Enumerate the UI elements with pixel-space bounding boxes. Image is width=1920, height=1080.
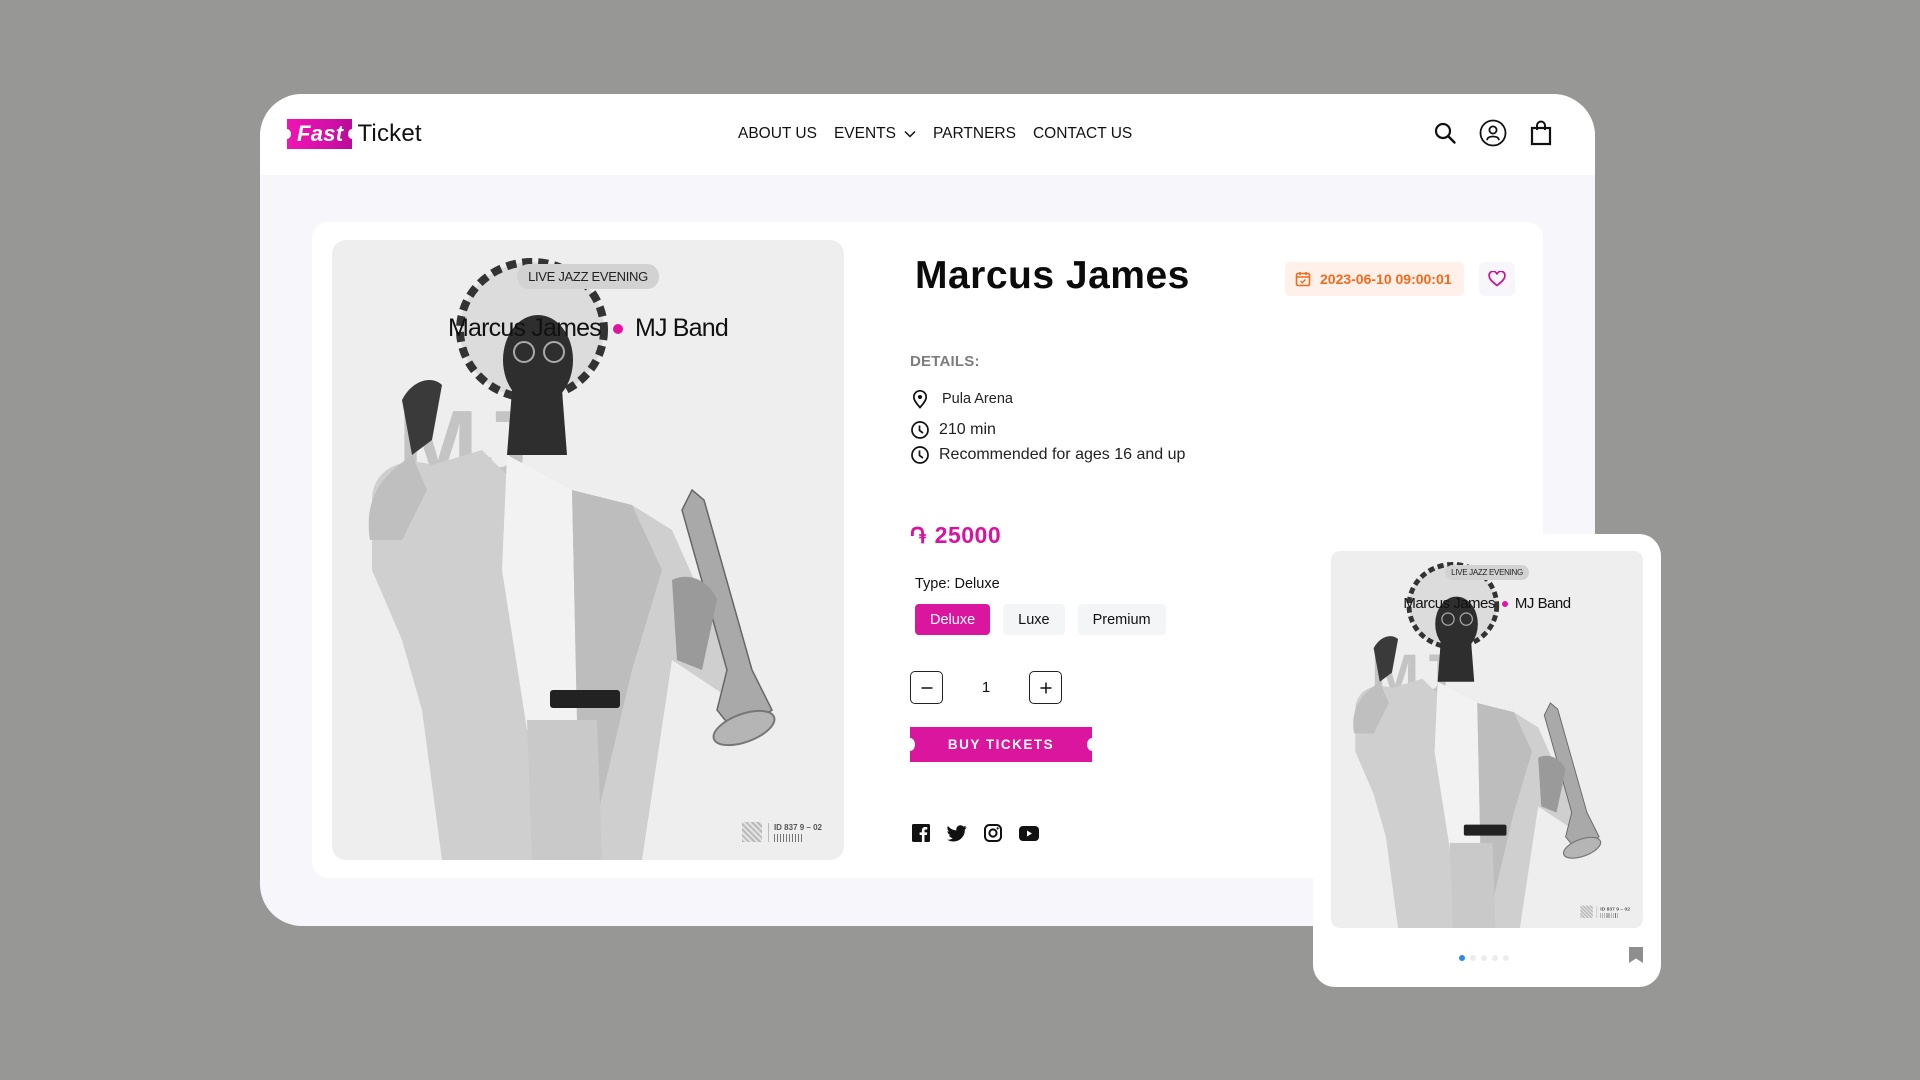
social-links <box>910 822 1040 844</box>
minus-icon <box>921 686 932 689</box>
nav-contact-us-label: CONTACT US <box>1032 125 1133 142</box>
facebook-link[interactable] <box>910 822 932 844</box>
event-poster[interactable]: MJ LIVE JAZZ EVENING Marcus James MJ Ban… <box>332 240 844 860</box>
event-title: Marcus James <box>915 254 1190 297</box>
poster-id-block: ID 837 9 – 02 <box>1596 905 1630 918</box>
carousel-dots <box>1459 955 1509 961</box>
poster-tag: LIVE JAZZ EVENING <box>517 264 659 289</box>
nav-partners[interactable]: PARTNERS <box>933 125 1016 143</box>
poster-id-text: ID 837 9 – 02 <box>773 822 822 832</box>
duration-text: 210 min <box>939 421 996 438</box>
calendar-icon <box>1295 272 1311 287</box>
qr-code-icon <box>1580 905 1593 918</box>
plus-icon <box>1040 682 1051 693</box>
poster-ticket-id: ID 837 9 – 02 <box>741 822 822 842</box>
poster-names: Marcus James MJ Band <box>1331 595 1643 612</box>
account-icon <box>1479 119 1507 147</box>
age-text: Recommended for ages 16 and up <box>939 446 1186 463</box>
quantity-stepper <box>910 671 1062 704</box>
qr-code-icon <box>741 822 762 842</box>
nav-partners-label: PARTNERS <box>932 125 1016 142</box>
search-icon <box>1434 122 1456 144</box>
poster-ticket-id: ID 837 9 – 02 <box>1580 905 1630 918</box>
carousel-dot-1[interactable] <box>1459 955 1465 961</box>
bookmark-icon[interactable] <box>1628 946 1644 964</box>
event-date-badge: 2023-06-10 09:00:01 <box>1285 262 1464 296</box>
barcode-icon <box>1600 912 1618 918</box>
logo[interactable]: Fast Ticket <box>282 119 422 149</box>
poster-id-block: ID 837 9 – 02 <box>767 822 822 842</box>
mobile-event-poster[interactable]: MJ LIVE JAZZ EVENING Marcus James MJ Ban… <box>1331 551 1643 928</box>
price-value: 25000 <box>934 522 1002 548</box>
price: ֏ 25000 <box>910 522 1001 549</box>
poster-tag: LIVE JAZZ EVENING <box>1445 565 1529 580</box>
heart-icon <box>1488 271 1506 287</box>
favorite-button[interactable] <box>1479 262 1515 296</box>
ticket-type-label: Type: Deluxe <box>915 576 1000 592</box>
youtube-link[interactable] <box>1018 822 1040 844</box>
carousel-dot-5[interactable] <box>1503 955 1509 961</box>
nav-contact-us[interactable]: CONTACT US <box>1033 125 1132 143</box>
buy-tickets-button[interactable]: BUY TICKETS <box>905 727 1097 762</box>
clock-icon <box>911 421 929 439</box>
twitter-link[interactable] <box>946 822 968 844</box>
facebook-icon <box>912 824 930 842</box>
instagram-icon <box>984 824 1002 842</box>
poster-artist: Marcus James <box>1403 595 1495 612</box>
nav-events-label: EVENTS <box>833 125 896 142</box>
poster-band: MJ Band <box>634 314 729 342</box>
nav-events[interactable]: EVENTS <box>834 125 916 143</box>
type-option-luxe[interactable]: Luxe <box>1003 604 1065 635</box>
detail-age: Recommended for ages 16 and up <box>910 445 1185 465</box>
detail-duration: 210 min <box>910 420 996 440</box>
main-nav: ABOUT US EVENTS PARTNERS CONTACT US <box>738 125 1132 143</box>
logo-ticket: Ticket <box>357 120 422 147</box>
twitter-icon <box>947 824 967 841</box>
event-date: 2023-06-10 09:00:01 <box>1320 271 1452 287</box>
dram-currency-icon: ֏ <box>910 522 927 548</box>
nav-about-us[interactable]: ABOUT US <box>738 125 817 143</box>
ticket-type-options: Deluxe Luxe Premium <box>915 604 1166 635</box>
details-label: DETAILS: <box>910 353 980 370</box>
site-header: Fast Ticket ABOUT US EVENTS PARTNERS CON… <box>260 94 1595 175</box>
type-option-deluxe[interactable]: Deluxe <box>915 604 991 635</box>
cart-button[interactable] <box>1527 119 1555 147</box>
header-actions <box>1431 119 1555 147</box>
shopping-bag-icon <box>1530 120 1552 146</box>
type-option-premium[interactable]: Premium <box>1077 604 1166 635</box>
carousel-dot-3[interactable] <box>1481 955 1487 961</box>
quantity-input[interactable] <box>943 679 1029 696</box>
venue-text: Pula Arena <box>942 391 1013 407</box>
account-button[interactable] <box>1479 119 1507 147</box>
youtube-icon <box>1019 825 1039 841</box>
instagram-link[interactable] <box>982 822 1004 844</box>
barcode-icon <box>773 833 802 842</box>
decrease-quantity-button[interactable] <box>910 671 943 704</box>
poster-artist: Marcus James <box>448 314 602 342</box>
location-pin-icon <box>912 389 928 409</box>
logo-fast: Fast <box>282 119 357 149</box>
search-button[interactable] <box>1431 119 1459 147</box>
carousel-dot-4[interactable] <box>1492 955 1498 961</box>
clock-icon <box>911 446 929 464</box>
poster-dot <box>612 323 623 334</box>
poster-names: Marcus James MJ Band <box>332 314 844 343</box>
nav-about-us-label: ABOUT US <box>738 125 817 142</box>
detail-venue: Pula Arena <box>910 389 1013 409</box>
poster-band: MJ Band <box>1514 595 1571 612</box>
poster-id-text: ID 837 9 – 02 <box>1600 905 1630 912</box>
increase-quantity-button[interactable] <box>1029 671 1062 704</box>
mobile-preview-card: MJ LIVE JAZZ EVENING Marcus James MJ Ban… <box>1313 534 1661 987</box>
carousel-dot-2[interactable] <box>1470 955 1476 961</box>
chevron-down-icon <box>904 130 916 138</box>
poster-dot <box>1501 600 1508 607</box>
